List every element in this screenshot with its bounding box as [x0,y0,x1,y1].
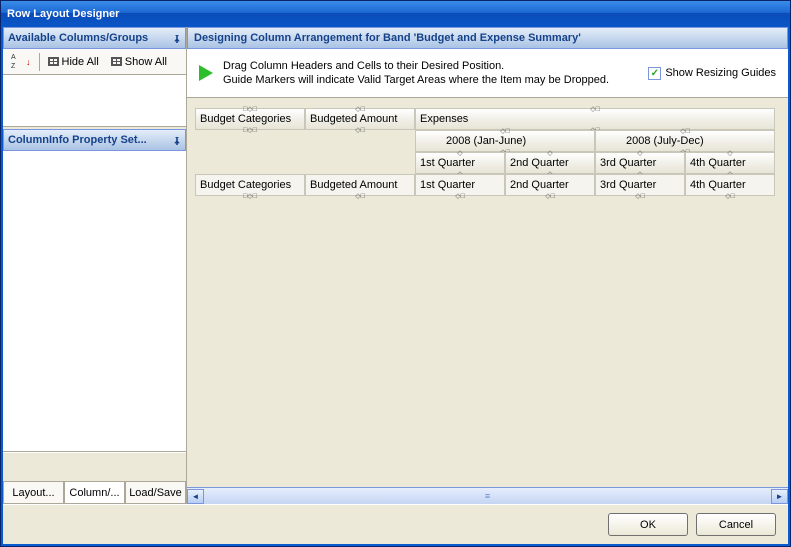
cell-budgeted-amount[interactable]: Budgeted Amount◇□ [305,174,415,196]
pin-icon[interactable] [173,136,181,144]
design-canvas[interactable]: □◇□Budget Categories□◇□ ◇□Budgeted Amoun… [187,98,788,487]
group-2008-jan-june[interactable]: ◇□2008 (Jan-June)◇□ [415,130,595,152]
header-budget-categories[interactable]: □◇□Budget Categories□◇□ [195,108,305,130]
spacer [3,452,186,482]
info-text: Drag Column Headers and Cells to their D… [223,59,638,87]
sort-icon [11,56,23,68]
scroll-right-button[interactable]: ► [771,489,788,504]
show-guides-label: Show Resizing Guides [665,67,776,79]
group-2008-july-dec[interactable]: ◇□2008 (July-Dec)◇□ [595,130,775,152]
scroll-track[interactable]: ≡ [204,489,771,504]
show-all-label: Show All [125,56,167,68]
available-columns-header[interactable]: Available Columns/Groups [3,27,186,49]
header-q1[interactable]: ◇1st Quarter◇ [415,152,505,174]
checkbox-icon: ✓ [648,67,661,80]
hide-all-button[interactable]: Hide All [44,54,103,70]
window-title: Row Layout Designer [7,8,119,20]
grid-icon [111,57,122,66]
cell-q4[interactable]: 4th Quarter◇□ [685,174,775,196]
cell-budget-categories[interactable]: Budget Categories□◇□ [195,174,305,196]
property-area[interactable] [3,151,186,452]
grid-icon [48,57,59,66]
design-header: Designing Column Arrangement for Band 'B… [187,27,788,49]
show-all-button[interactable]: Show All [107,54,171,70]
panel-title: ColumnInfo Property Set... [8,134,147,146]
tab-layout[interactable]: Layout... [3,482,64,504]
panel-title: Available Columns/Groups [8,32,148,44]
columninfo-header[interactable]: ColumnInfo Property Set... [3,129,186,151]
info-line1: Drag Column Headers and Cells to their D… [223,59,638,73]
pin-icon[interactable] [173,34,181,42]
cell-q3[interactable]: 3rd Quarter◇□ [595,174,685,196]
design-header-text: Designing Column Arrangement for Band 'B… [194,32,581,44]
design-panel: Designing Column Arrangement for Band 'B… [187,27,788,504]
sidebar-toolbar: ↓ Hide All Show All [3,49,186,75]
play-icon [199,65,213,81]
cell-q1[interactable]: 1st Quarter◇□ [415,174,505,196]
tab-loadsave[interactable]: Load/Save [125,482,186,504]
cancel-button[interactable]: Cancel [696,513,776,536]
tab-column[interactable]: Column/... [64,482,125,504]
show-guides-checkbox[interactable]: ✓ Show Resizing Guides [648,67,776,80]
bottom-tabs: Layout... Column/... Load/Save [3,482,186,504]
available-columns-list[interactable] [3,75,186,127]
separator [39,53,40,71]
header-expenses[interactable]: ◇□Expenses◇□ [415,108,775,130]
horizontal-scrollbar[interactable]: ◄ ≡ ► [187,487,788,504]
ok-button[interactable]: OK [608,513,688,536]
hide-all-label: Hide All [62,56,99,68]
left-sidebar: Available Columns/Groups ↓ Hide All Show… [3,27,187,504]
scroll-thumb-grip: ≡ [485,491,490,501]
title-bar[interactable]: Row Layout Designer [1,1,790,27]
header-q4[interactable]: ◇4th Quarter◇ [685,152,775,174]
header-budgeted-amount[interactable]: ◇□Budgeted Amount◇□ [305,108,415,130]
dialog-footer: OK Cancel [3,504,788,544]
sort-button[interactable]: ↓ [7,54,35,70]
info-strip: Drag Column Headers and Cells to their D… [187,49,788,98]
info-line2: Guide Markers will indicate Valid Target… [223,73,638,87]
scroll-left-button[interactable]: ◄ [187,489,204,504]
cell-q2[interactable]: 2nd Quarter◇□ [505,174,595,196]
header-q3[interactable]: ◇3rd Quarter◇ [595,152,685,174]
header-q2[interactable]: ◇2nd Quarter◇ [505,152,595,174]
